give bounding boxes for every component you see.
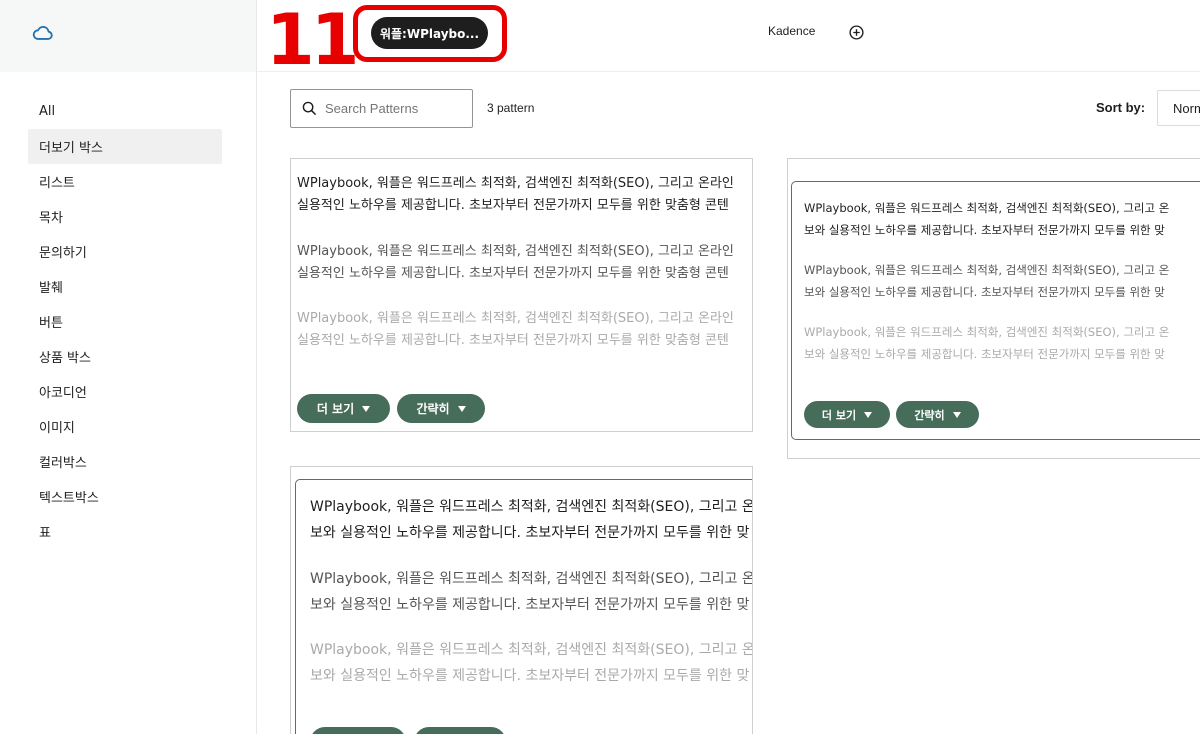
sort-label: Sort by: — [1096, 100, 1146, 115]
category-list: All 더보기 박스 리스트 목차 문의하기 발췌 버튼 상품 박스 아코디언 … — [28, 94, 222, 549]
less-button[interactable] — [414, 727, 506, 734]
caret-down-icon — [362, 405, 371, 412]
add-circle-icon[interactable] — [848, 24, 865, 41]
preview-text-line: WPlaybook, 워플은 워드프레스 최적화, 검색엔진 최적화(SEO),… — [804, 201, 1170, 215]
pattern-card-3[interactable]: WPlaybook, 워플은 워드프레스 최적화, 검색엔진 최적화(SEO),… — [290, 466, 753, 734]
preview-text-line: 실용적인 노하우를 제공합니다. 초보자부터 전문가까지 모두를 위한 맞춤형 … — [297, 333, 729, 348]
preview-paragraph-3: WPlaybook, 워플은 워드프레스 최적화, 검색엔진 최적화(SEO),… — [310, 637, 753, 689]
preview-text-line: WPlaybook, 워플은 워드프레스 최적화, 검색엔진 최적화(SEO),… — [804, 325, 1170, 339]
caret-down-icon — [457, 405, 466, 412]
cloud-icon — [32, 26, 53, 40]
sidebar: All 더보기 박스 리스트 목차 문의하기 발췌 버튼 상품 박스 아코디언 … — [0, 0, 257, 734]
category-color-box[interactable]: 컬러박스 — [28, 444, 222, 479]
search-field[interactable] — [290, 89, 473, 128]
sidebar-header — [0, 0, 256, 72]
tab-kadence[interactable]: Kadence — [768, 24, 815, 38]
less-button-label: 간략히 — [914, 408, 945, 422]
preview-text-line: WPlaybook, 워플은 워드프레스 최적화, 검색엔진 최적화(SEO),… — [310, 642, 753, 658]
pattern-count: 3 pattern — [487, 101, 535, 115]
preview-text-line: WPlaybook, 워플은 워드프레스 최적화, 검색엔진 최적화(SEO),… — [297, 311, 734, 326]
category-text-box[interactable]: 텍스트박스 — [28, 479, 222, 514]
preview-text-line: WPlaybook, 워플은 워드프레스 최적화, 검색엔진 최적화(SEO),… — [297, 244, 734, 259]
category-toc[interactable]: 목차 — [28, 199, 222, 234]
preview-paragraph-2: WPlaybook, 워플은 워드프레스 최적화, 검색엔진 최적화(SEO),… — [297, 241, 734, 285]
step-number-annotation: 11 — [266, 0, 359, 81]
preview-text-line: 실용적인 노하우를 제공합니다. 초보자부터 전문가까지 모두를 위한 맞춤형 … — [297, 198, 729, 213]
caret-down-icon — [952, 411, 961, 418]
preview-text-line: 실용적인 노하우를 제공합니다. 초보자부터 전문가까지 모두를 위한 맞춤형 … — [297, 266, 729, 281]
preview-text-line: 보와 실용적인 노하우를 제공합니다. 초보자부터 전문가까지 모두를 위한 맞 — [804, 347, 1165, 361]
preview-text-line: 보와 실용적인 노하우를 제공합니다. 초보자부터 전문가까지 모두를 위한 맞 — [804, 223, 1165, 237]
pattern-card-2[interactable]: WPlaybook, 워플은 워드프레스 최적화, 검색엔진 최적화(SEO),… — [787, 158, 1200, 459]
pattern-card-1[interactable]: WPlaybook, 워플은 워드프레스 최적화, 검색엔진 최적화(SEO),… — [290, 158, 753, 432]
preview-paragraph-3: WPlaybook, 워플은 워드프레스 최적화, 검색엔진 최적화(SEO),… — [804, 321, 1169, 365]
pattern-preview: WPlaybook, 워플은 워드프레스 최적화, 검색엔진 최적화(SEO),… — [791, 181, 1200, 440]
category-all[interactable]: All — [28, 94, 222, 129]
category-more-box[interactable]: 더보기 박스 — [28, 129, 222, 164]
preview-text-line: WPlaybook, 워플은 워드프레스 최적화, 검색엔진 최적화(SEO),… — [310, 571, 753, 587]
search-input[interactable] — [325, 101, 465, 116]
preview-text-line: 보와 실용적인 노하우를 제공합니다. 초보자부터 전문가까지 모두를 위한 맞 — [310, 597, 750, 613]
preview-paragraph-1: WPlaybook, 워플은 워드프레스 최적화, 검색엔진 최적화(SEO),… — [310, 494, 753, 546]
more-button-label: 더 보기 — [821, 408, 857, 422]
category-table[interactable]: 표 — [28, 514, 222, 549]
category-product-box[interactable]: 상품 박스 — [28, 339, 222, 374]
pattern-preview: WPlaybook, 워플은 워드프레스 최적화, 검색엔진 최적화(SEO),… — [295, 479, 753, 734]
preview-paragraph-1: WPlaybook, 워플은 워드프레스 최적화, 검색엔진 최적화(SEO),… — [804, 197, 1169, 241]
less-button-label: 간략히 — [416, 402, 450, 416]
preview-text-line: WPlaybook, 워플은 워드프레스 최적화, 검색엔진 최적화(SEO),… — [804, 263, 1170, 277]
category-accordion[interactable]: 아코디언 — [28, 374, 222, 409]
preview-paragraph-2: WPlaybook, 워플은 워드프레스 최적화, 검색엔진 최적화(SEO),… — [310, 566, 753, 618]
preview-text-line: 보와 실용적인 노하우를 제공합니다. 초보자부터 전문가까지 모두를 위한 맞 — [310, 525, 750, 541]
category-contact[interactable]: 문의하기 — [28, 234, 222, 269]
preview-text-line: WPlaybook, 워플은 워드프레스 최적화, 검색엔진 최적화(SEO),… — [297, 176, 734, 191]
less-button[interactable]: 간략히 — [397, 394, 485, 423]
preview-paragraph-2: WPlaybook, 워플은 워드프레스 최적화, 검색엔진 최적화(SEO),… — [804, 259, 1169, 303]
sort-select[interactable]: Normal — [1157, 90, 1200, 126]
less-button[interactable]: 간략히 — [896, 401, 979, 428]
more-button[interactable] — [310, 727, 406, 734]
preview-text-line: 보와 실용적인 노하우를 제공합니다. 초보자부터 전문가까지 모두를 위한 맞 — [804, 285, 1165, 299]
pattern-preview: WPlaybook, 워플은 워드프레스 최적화, 검색엔진 최적화(SEO),… — [291, 159, 752, 431]
preview-paragraph-3: WPlaybook, 워플은 워드프레스 최적화, 검색엔진 최적화(SEO),… — [297, 308, 734, 352]
more-button[interactable]: 더 보기 — [804, 401, 890, 428]
more-button[interactable]: 더 보기 — [297, 394, 390, 423]
more-button-label: 더 보기 — [316, 402, 355, 416]
preview-text-line: 보와 실용적인 노하우를 제공합니다. 초보자부터 전문가까지 모두를 위한 맞 — [310, 668, 750, 684]
category-image[interactable]: 이미지 — [28, 409, 222, 444]
tab-wplaybook[interactable]: 워플:WPlaybo... — [371, 17, 488, 49]
preview-text-line: WPlaybook, 워플은 워드프레스 최적화, 검색엔진 최적화(SEO),… — [310, 499, 753, 515]
category-list-item[interactable]: 리스트 — [28, 164, 222, 199]
category-excerpt[interactable]: 발췌 — [28, 269, 222, 304]
search-icon — [302, 101, 317, 116]
caret-down-icon — [864, 411, 873, 418]
preview-paragraph-1: WPlaybook, 워플은 워드프레스 최적화, 검색엔진 최적화(SEO),… — [297, 173, 734, 217]
category-button[interactable]: 버튼 — [28, 304, 222, 339]
